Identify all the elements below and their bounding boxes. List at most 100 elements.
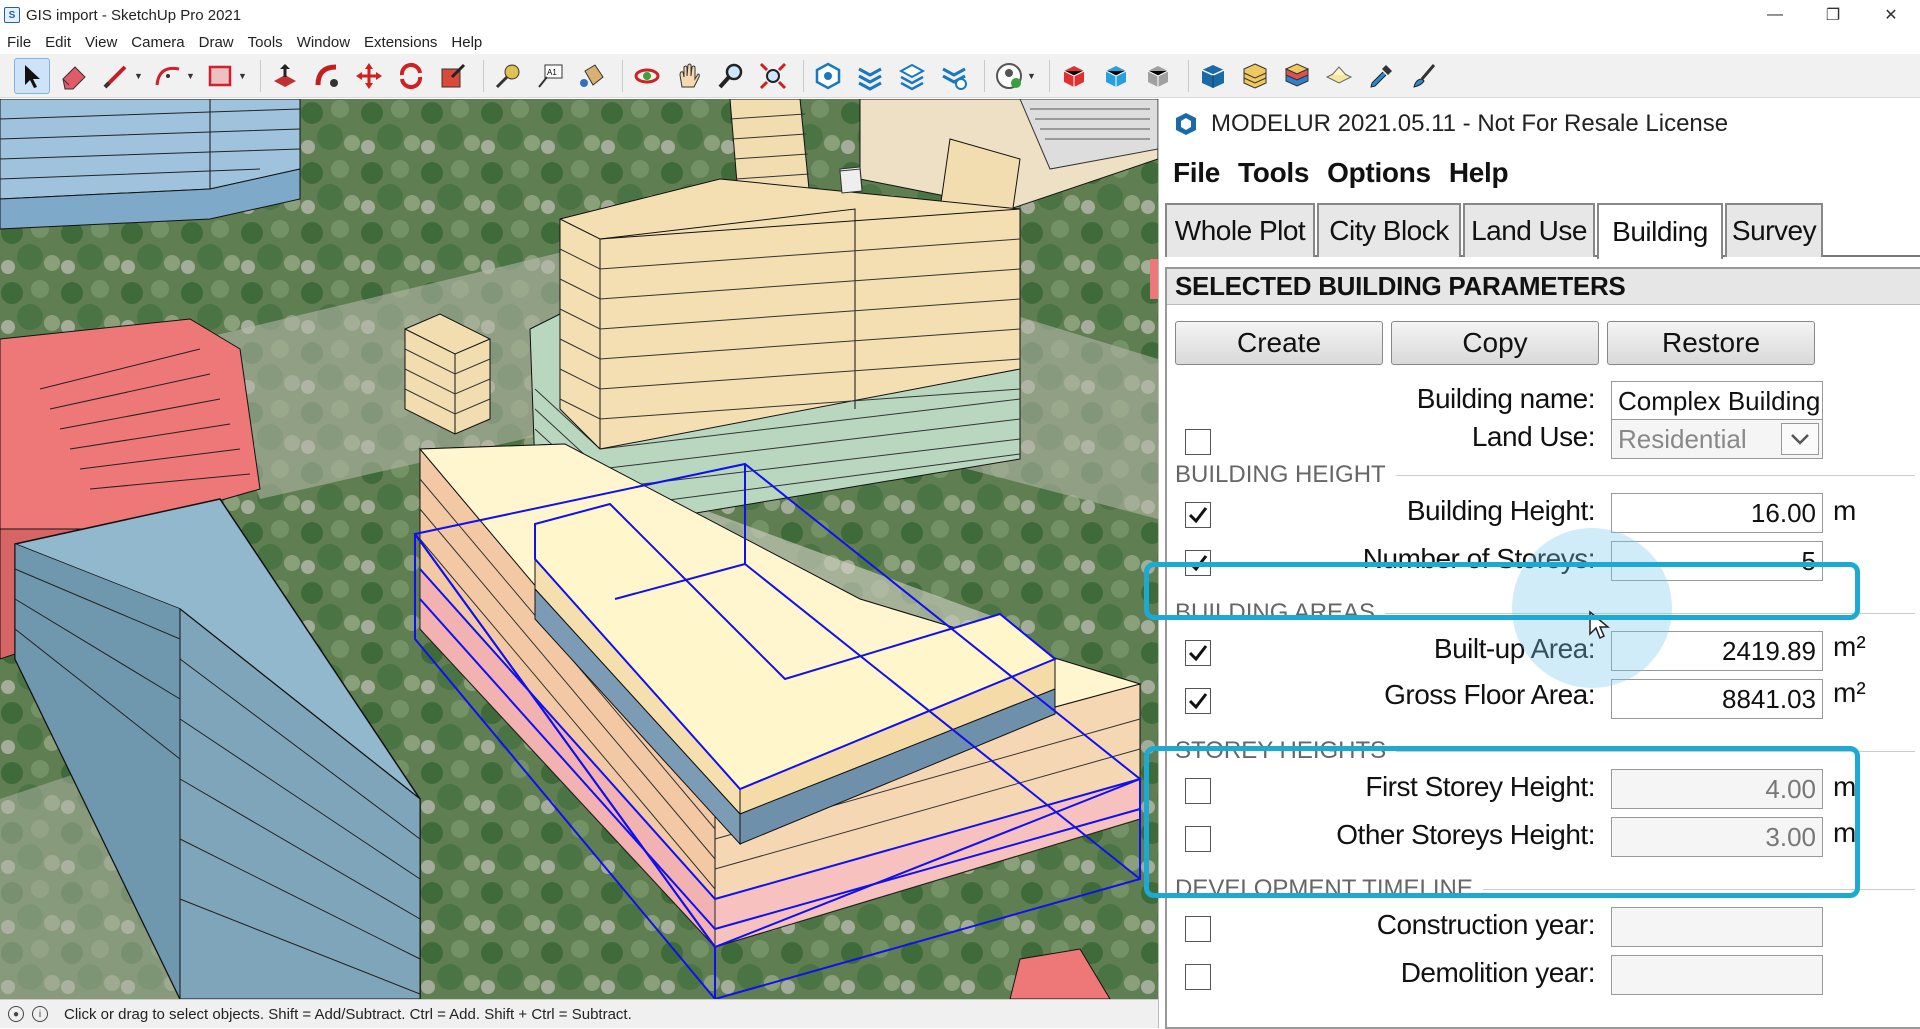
blue-cube-icon[interactable] bbox=[1098, 58, 1134, 94]
other-storeys-height-checkbox[interactable] bbox=[1185, 826, 1211, 852]
close-icon[interactable]: ✕ bbox=[1862, 0, 1920, 30]
gross-floor-area-field[interactable]: 8841.03 bbox=[1611, 679, 1823, 719]
menu-view[interactable]: View bbox=[78, 34, 124, 51]
building-height-unit: m bbox=[1833, 495, 1857, 526]
tab-building[interactable]: Building bbox=[1597, 203, 1723, 259]
construction-year-checkbox[interactable] bbox=[1185, 916, 1211, 942]
built-up-area-checkbox[interactable] bbox=[1185, 640, 1211, 666]
demolition-year-checkbox[interactable] bbox=[1185, 964, 1211, 990]
tab-city-block[interactable]: City Block bbox=[1317, 203, 1461, 257]
menu-extensions[interactable]: Extensions bbox=[357, 34, 444, 51]
storey-heights-group-title: STOREY HEIGHTS bbox=[1175, 737, 1387, 764]
plot-area-icon[interactable] bbox=[1321, 58, 1357, 94]
follow-me-tool-icon[interactable] bbox=[309, 58, 345, 94]
panel-title: MODELUR 2021.05.11 - Not For Resale Lice… bbox=[1211, 110, 1729, 137]
panel-menu-tools[interactable]: Tools bbox=[1238, 157, 1309, 189]
panel-menu-help[interactable]: Help bbox=[1449, 157, 1509, 189]
other-storeys-height-unit: m bbox=[1833, 817, 1857, 848]
other-storeys-height-field[interactable]: 3.00 bbox=[1611, 817, 1823, 857]
panel-menu: File Tools Options Help bbox=[1173, 157, 1526, 189]
brush-icon[interactable] bbox=[1405, 58, 1441, 94]
menu-bar: File Edit View Camera Draw Tools Window … bbox=[0, 30, 1920, 54]
menu-file[interactable]: File bbox=[0, 34, 38, 51]
line-tool-icon[interactable] bbox=[98, 58, 134, 94]
restore-button[interactable]: Restore bbox=[1607, 321, 1815, 365]
select-tool-icon[interactable] bbox=[14, 57, 50, 94]
built-up-area-field[interactable]: 2419.89 bbox=[1611, 631, 1823, 671]
land-use-checkbox[interactable] bbox=[1185, 429, 1211, 455]
info-icon[interactable]: i bbox=[32, 1006, 48, 1022]
building-height-checkbox[interactable] bbox=[1185, 502, 1211, 528]
building-name-label: Building name: bbox=[1416, 383, 1596, 414]
first-storey-height-checkbox[interactable] bbox=[1185, 778, 1211, 804]
copy-button[interactable]: Copy bbox=[1391, 321, 1599, 365]
menu-draw[interactable]: Draw bbox=[192, 34, 241, 51]
window-title: GIS import - SketchUp Pro 2021 bbox=[26, 6, 242, 24]
menu-edit[interactable]: Edit bbox=[38, 34, 78, 51]
restore-icon[interactable]: ❐ bbox=[1804, 0, 1862, 30]
tab-survey[interactable]: Survey bbox=[1725, 203, 1823, 257]
menu-window[interactable]: Window bbox=[290, 34, 357, 51]
user-status-icon[interactable] bbox=[991, 58, 1027, 94]
land-use-select[interactable]: Residential bbox=[1611, 419, 1823, 459]
built-up-area-unit: m² bbox=[1833, 631, 1866, 662]
construction-year-field[interactable] bbox=[1611, 907, 1823, 947]
chevron-down-icon[interactable]: ▼ bbox=[134, 71, 144, 81]
gross-floor-area-checkbox[interactable] bbox=[1185, 688, 1211, 714]
development-timeline-group-title: DEVELOPMENT TIMELINE bbox=[1175, 875, 1473, 902]
arc-tool-icon[interactable] bbox=[150, 58, 186, 94]
modelur-layers-icon[interactable] bbox=[852, 58, 888, 94]
tab-whole-plot[interactable]: Whole Plot bbox=[1165, 203, 1315, 257]
eyedropper-icon[interactable] bbox=[1363, 58, 1399, 94]
colored-storeys-icon[interactable] bbox=[1279, 58, 1315, 94]
zoom-extents-tool-icon[interactable] bbox=[755, 58, 791, 94]
menu-camera[interactable]: Camera bbox=[124, 34, 191, 51]
model-scene[interactable] bbox=[0, 99, 1158, 999]
gray-cube-icon[interactable] bbox=[1140, 58, 1176, 94]
chevron-down-icon[interactable] bbox=[1781, 423, 1819, 455]
status-hint: Click or drag to select objects. Shift =… bbox=[64, 1005, 632, 1023]
move-tool-icon[interactable] bbox=[351, 58, 387, 94]
building-height-field[interactable]: 16.00 bbox=[1611, 493, 1823, 533]
pan-tool-icon[interactable] bbox=[671, 58, 707, 94]
sketchup-app-icon: S bbox=[4, 7, 20, 23]
rotate-tool-icon[interactable] bbox=[393, 58, 429, 94]
number-of-storeys-field[interactable]: 5 bbox=[1611, 541, 1823, 581]
text-tool-icon[interactable]: A1 bbox=[532, 58, 568, 94]
storeys-icon[interactable] bbox=[1237, 58, 1273, 94]
chevron-down-icon[interactable]: ▼ bbox=[1027, 71, 1037, 81]
building-height-group-title: BUILDING HEIGHT bbox=[1175, 461, 1386, 488]
building-name-field[interactable]: Complex Building bbox=[1611, 381, 1823, 421]
red-cube-icon[interactable] bbox=[1056, 58, 1092, 94]
zoom-tool-icon[interactable] bbox=[713, 58, 749, 94]
window-controls: — ❐ ✕ bbox=[1746, 0, 1920, 30]
tape-measure-tool-icon[interactable] bbox=[490, 58, 526, 94]
first-storey-height-unit: m bbox=[1833, 771, 1857, 802]
panel-menu-options[interactable]: Options bbox=[1327, 157, 1431, 189]
menu-help[interactable]: Help bbox=[444, 34, 489, 51]
panel-menu-file[interactable]: File bbox=[1173, 157, 1220, 189]
geo-location-icon[interactable]: ● bbox=[8, 1006, 24, 1022]
demolition-year-field[interactable] bbox=[1611, 955, 1823, 995]
create-button[interactable]: Create bbox=[1175, 321, 1383, 365]
rectangle-tool-icon[interactable] bbox=[202, 58, 238, 94]
chevron-down-icon[interactable]: ▼ bbox=[238, 71, 248, 81]
eraser-tool-icon[interactable] bbox=[56, 58, 92, 94]
chevron-down-icon[interactable]: ▼ bbox=[186, 71, 196, 81]
section-title: SELECTED BUILDING PARAMETERS bbox=[1167, 269, 1920, 305]
3d-viewport[interactable] bbox=[0, 99, 1158, 999]
paint-bucket-tool-icon[interactable] bbox=[574, 58, 610, 94]
push-pull-tool-icon[interactable] bbox=[267, 58, 303, 94]
modelur-plot-icon[interactable] bbox=[810, 58, 846, 94]
scale-tool-icon[interactable] bbox=[435, 58, 471, 94]
modelur-stack-icon[interactable] bbox=[894, 58, 930, 94]
number-of-storeys-checkbox[interactable] bbox=[1185, 550, 1211, 576]
orbit-tool-icon[interactable] bbox=[629, 58, 665, 94]
status-bar: ● i Click or drag to select objects. Shi… bbox=[0, 999, 1158, 1028]
minimize-icon[interactable]: — bbox=[1746, 0, 1804, 30]
tab-land-use[interactable]: Land Use bbox=[1463, 203, 1595, 257]
modelur-settings-icon[interactable] bbox=[936, 58, 972, 94]
building-icon[interactable] bbox=[1195, 58, 1231, 94]
menu-tools[interactable]: Tools bbox=[241, 34, 290, 51]
first-storey-height-field[interactable]: 4.00 bbox=[1611, 769, 1823, 809]
